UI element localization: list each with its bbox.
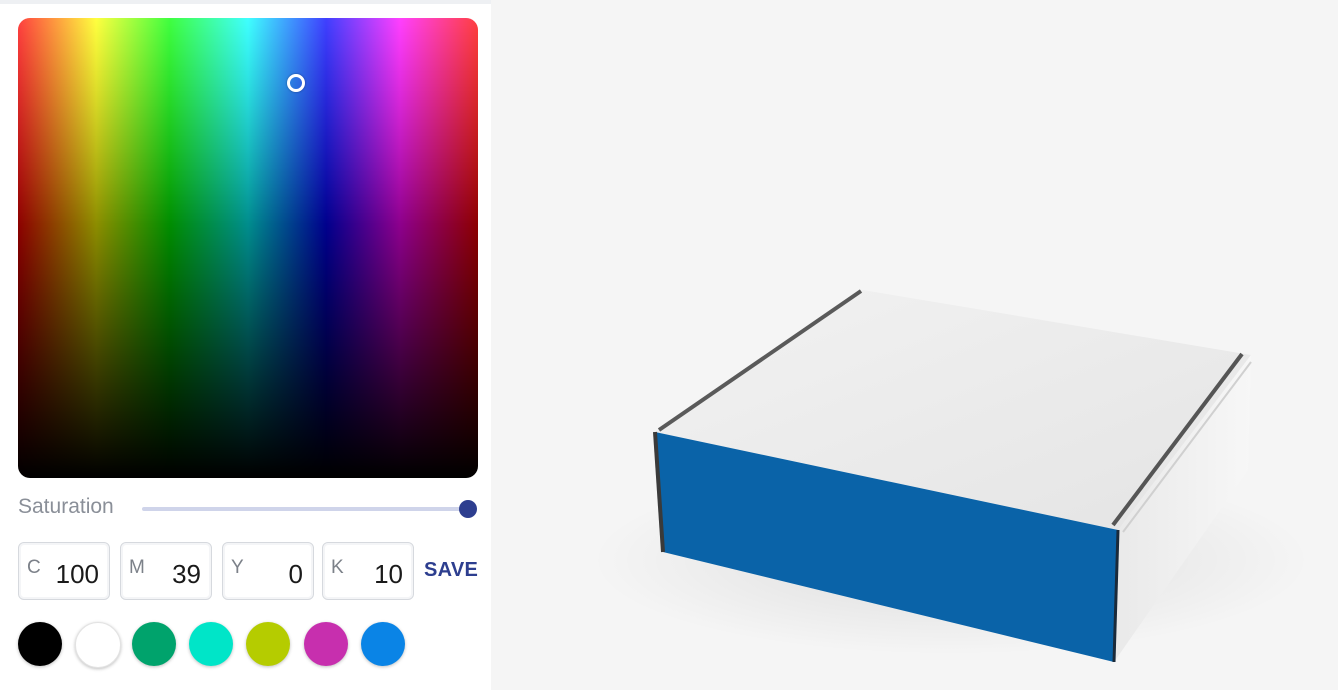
saturation-slider-track[interactable] (142, 507, 468, 511)
color-picker-cursor[interactable] (287, 74, 305, 92)
panel-divider (0, 0, 491, 4)
cyan-label: C (27, 557, 41, 578)
color-spectrum-picker[interactable] (18, 18, 478, 478)
magenta-field[interactable]: M 39 (120, 542, 212, 600)
save-button[interactable]: SAVE (424, 559, 478, 582)
color-swatches (18, 620, 478, 670)
color-editor-panel: Saturation C 100 M 39 Y 0 K 10 SAVE (0, 0, 491, 690)
saturation-slider-thumb[interactable] (459, 500, 477, 518)
swatch-black[interactable] (18, 622, 62, 666)
saturation-control: Saturation (18, 494, 478, 524)
cyan-value[interactable]: 100 (56, 559, 99, 590)
black-key-field[interactable]: K 10 (322, 542, 414, 600)
product-preview[interactable] (491, 0, 1338, 690)
magenta-label: M (129, 557, 145, 578)
yellow-field[interactable]: Y 0 (222, 542, 314, 600)
saturation-label: Saturation (18, 495, 114, 518)
black-key-label: K (331, 557, 344, 578)
black-key-value[interactable]: 10 (374, 559, 403, 590)
cyan-field[interactable]: C 100 (18, 542, 110, 600)
swatch-aqua[interactable] (189, 622, 233, 666)
swatch-magenta[interactable] (304, 622, 348, 666)
magenta-value[interactable]: 39 (172, 559, 201, 590)
yellow-value[interactable]: 0 (289, 559, 303, 590)
swatch-white[interactable] (75, 622, 121, 668)
yellow-label: Y (231, 557, 244, 578)
swatch-lime[interactable] (246, 622, 290, 666)
swatch-blue[interactable] (361, 622, 405, 666)
mailer-box-3d-preview (591, 289, 1311, 663)
swatch-green[interactable] (132, 622, 176, 666)
cmyk-inputs: C 100 M 39 Y 0 K 10 SAVE (18, 542, 478, 600)
